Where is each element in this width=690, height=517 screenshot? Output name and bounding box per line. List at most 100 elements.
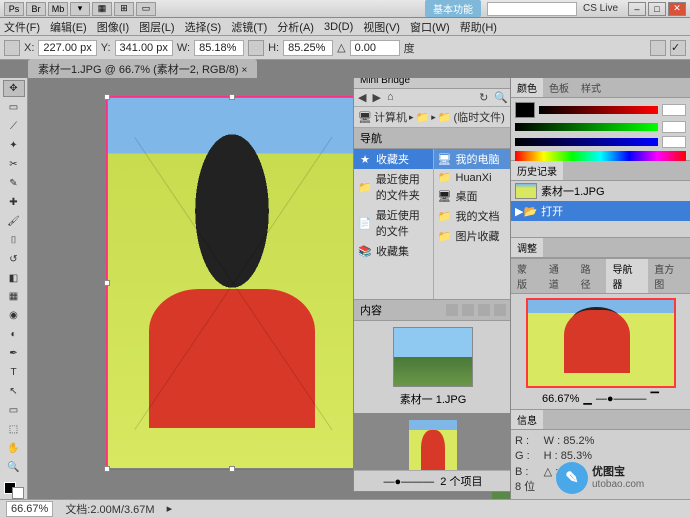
mb-fwd-icon[interactable]: ▶ <box>372 91 380 104</box>
w-field[interactable]: 85.18% <box>194 40 244 56</box>
filter-icon[interactable] <box>446 304 458 316</box>
tab-color[interactable]: 颜色 <box>511 78 543 97</box>
brush-tool[interactable]: 🖌 <box>3 213 25 230</box>
nav-zoom-in-icon[interactable]: ▔ <box>650 392 658 405</box>
g-slider[interactable] <box>515 123 658 131</box>
nav-recent-files[interactable]: 📄最近使用的文件 <box>354 205 433 241</box>
tools-icon[interactable] <box>494 304 506 316</box>
crop-tool[interactable]: ✂ <box>3 156 25 173</box>
menu-view[interactable]: 视图(V) <box>363 19 400 35</box>
tab-navigator[interactable]: 导航器 <box>606 259 648 293</box>
tab-histogram[interactable]: 直方图 <box>648 259 690 293</box>
screenmode-icon[interactable]: ▭ <box>136 2 156 16</box>
mb-back-icon[interactable]: ◀ <box>358 91 366 104</box>
shape-tool[interactable]: ▭ <box>3 402 25 419</box>
history-snapshot[interactable]: 素材一1.JPG <box>511 181 690 201</box>
loc-desktop[interactable]: 🖥桌面 <box>434 186 511 206</box>
thumb-item-1[interactable]: 素材一 1.JPG <box>354 321 510 413</box>
crumb-computer[interactable]: 计算机 <box>374 109 407 125</box>
search-input[interactable] <box>487 2 577 16</box>
eyedropper-tool[interactable]: ✎ <box>3 175 25 192</box>
b-value[interactable] <box>662 136 686 148</box>
b-slider[interactable] <box>515 138 658 146</box>
color-swatch[interactable] <box>4 482 24 499</box>
menu-select[interactable]: 选择(S) <box>185 19 222 35</box>
thumb-item-2[interactable]: 素材一 2.JPG <box>354 413 510 471</box>
statusbar-menu-icon[interactable]: ▸ <box>167 502 173 515</box>
angle-field[interactable]: 0.00 <box>350 40 400 56</box>
arrange-icon[interactable]: ⊞ <box>114 2 134 16</box>
tab-styles[interactable]: 样式 <box>575 78 607 97</box>
minibridge-breadcrumb[interactable]: 🖥 计算机 ▸ 📁 ▸ 📁 (临时文件) <box>354 107 510 128</box>
tab-masks[interactable]: 蒙版 <box>511 259 543 293</box>
ps-icon[interactable]: Ps <box>4 2 24 16</box>
g-value[interactable] <box>662 121 686 133</box>
nav-collections[interactable]: 📚收藏集 <box>354 241 433 261</box>
minibridge-title[interactable]: Mini Bridge <box>354 78 510 89</box>
eraser-tool[interactable]: ◧ <box>3 270 25 287</box>
tab-channels[interactable]: 通道 <box>543 259 575 293</box>
transform-ref-icon[interactable] <box>4 40 20 56</box>
zoom-dropdown[interactable]: ▾ <box>70 2 90 16</box>
dodge-tool[interactable]: ◐ <box>3 326 25 343</box>
workspace-pill[interactable]: 基本功能 <box>425 0 481 17</box>
tab-history[interactable]: 历史记录 <box>511 161 563 180</box>
history-brush-tool[interactable]: ↺ <box>3 251 25 268</box>
marquee-tool[interactable]: ▭ <box>3 99 25 116</box>
history-state-open[interactable]: ▶📂打开 <box>511 201 690 221</box>
canvas-area[interactable]: Mini Bridge ◀ ▶ ⌂ ↻ 🔍 🖥 计算机 ▸ 📁 ▸ 📁 (临时文… <box>28 78 510 499</box>
menu-edit[interactable]: 编辑(E) <box>50 19 87 35</box>
type-tool[interactable]: T <box>3 364 25 381</box>
crumb-folder[interactable]: (临时文件) <box>453 109 504 125</box>
loc-documents[interactable]: 📁我的文档 <box>434 206 511 226</box>
document-tab[interactable]: 素材一1.JPG @ 66.7% (素材一2, RGB/8) × <box>28 59 257 79</box>
navigator-thumb[interactable] <box>526 298 676 388</box>
menu-image[interactable]: 图像(I) <box>97 19 129 35</box>
heal-tool[interactable]: ✚ <box>3 194 25 211</box>
pen-tool[interactable]: ✒ <box>3 345 25 362</box>
bridge-icon[interactable]: Br <box>26 2 46 16</box>
nav-zoom-out-icon[interactable]: ▁ <box>583 392 591 405</box>
tab-info[interactable]: 信息 <box>511 410 543 429</box>
menu-layer[interactable]: 图层(L) <box>139 19 174 35</box>
view-extras-icon[interactable]: ▦ <box>92 2 112 16</box>
r-value[interactable] <box>662 104 686 116</box>
h-field[interactable]: 85.25% <box>283 40 333 56</box>
cancel-transform-icon[interactable] <box>650 40 666 56</box>
gradient-tool[interactable]: ▦ <box>3 288 25 305</box>
nav-favorites[interactable]: ★收藏夹 <box>354 149 433 169</box>
tab-adjust[interactable]: 调整 <box>511 238 543 257</box>
cslive-label[interactable]: CS Live <box>583 3 618 14</box>
close-button[interactable]: ✕ <box>668 2 686 16</box>
mb-boomerang-icon[interactable]: ↻ <box>479 91 488 104</box>
move-tool[interactable]: ✥ <box>3 80 25 97</box>
loc-pictures[interactable]: 📁图片收藏 <box>434 226 511 246</box>
mb-home-icon[interactable]: ⌂ <box>387 91 394 104</box>
menu-file[interactable]: 文件(F) <box>4 19 40 35</box>
wand-tool[interactable]: ✦ <box>3 137 25 154</box>
menu-window[interactable]: 窗口(W) <box>410 19 450 35</box>
canvas[interactable] <box>108 98 356 468</box>
loc-mycomputer[interactable]: 🖥我的电脑 <box>434 149 511 169</box>
mb-search-icon[interactable]: 🔍 <box>494 91 508 104</box>
sort-icon[interactable] <box>462 304 474 316</box>
link-wh-icon[interactable] <box>248 40 264 56</box>
tab-paths[interactable]: 路径 <box>575 259 607 293</box>
tab-swatches[interactable]: 色板 <box>543 78 575 97</box>
lasso-tool[interactable]: ⟋ <box>3 118 25 135</box>
nav-zoom-value[interactable]: 66.67% <box>542 393 579 405</box>
r-slider[interactable] <box>539 106 658 114</box>
minimize-button[interactable]: – <box>628 2 646 16</box>
path-tool[interactable]: ↖ <box>3 383 25 400</box>
zoom-tool[interactable]: 🔍 <box>3 459 25 476</box>
menu-help[interactable]: 帮助(H) <box>460 19 497 35</box>
y-field[interactable]: 341.00 px <box>115 40 173 56</box>
nav-zoom-slider[interactable]: —●——— <box>596 393 647 405</box>
menu-analysis[interactable]: 分析(A) <box>277 19 314 35</box>
menu-filter[interactable]: 滤镜(T) <box>231 19 267 35</box>
3d-tool[interactable]: ⬚ <box>3 421 25 438</box>
maximize-button[interactable]: □ <box>648 2 666 16</box>
mb-slider[interactable]: —●——— <box>384 476 435 488</box>
stamp-tool[interactable]: ⌷ <box>3 232 25 249</box>
zoom-field[interactable]: 66.67% <box>6 501 53 517</box>
